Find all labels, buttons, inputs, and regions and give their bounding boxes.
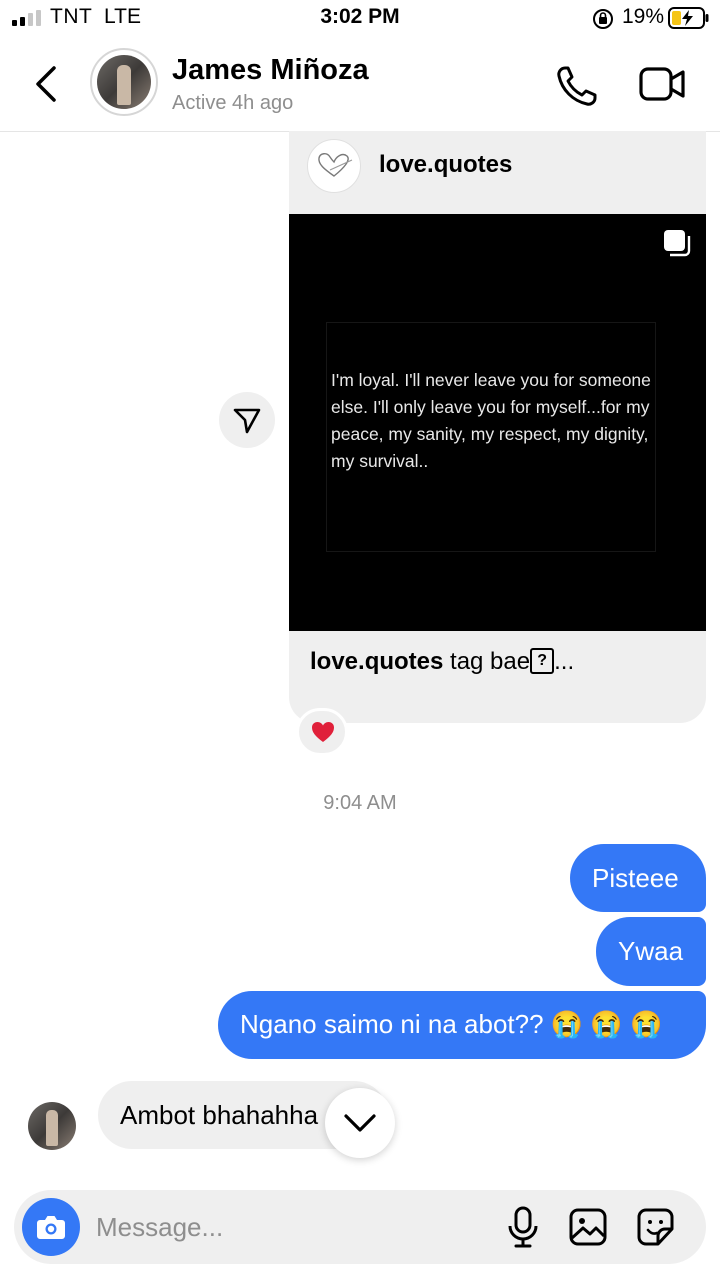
gallery-icon[interactable] xyxy=(568,1207,608,1247)
post-username[interactable]: love.quotes xyxy=(379,151,512,179)
camera-icon xyxy=(37,1216,65,1239)
message-input[interactable] xyxy=(96,1206,476,1248)
heart-reaction-badge[interactable] xyxy=(296,708,348,756)
battery-charging-icon xyxy=(668,7,709,29)
message-composer xyxy=(14,1190,706,1264)
post-image[interactable]: I'm loyal. I'll never leave you for some… xyxy=(289,214,706,631)
shared-post-card[interactable]: love.quotes I'm loyal. I'll never leave … xyxy=(289,131,706,723)
quote-text: I'm loyal. I'll never leave you for some… xyxy=(331,370,651,471)
sender-avatar[interactable] xyxy=(28,1102,76,1150)
post-header: love.quotes xyxy=(289,131,706,214)
share-post-button[interactable] xyxy=(219,392,275,448)
orientation-lock-icon xyxy=(593,9,613,29)
carousel-multiple-icon xyxy=(664,230,691,257)
scroll-to-bottom-button[interactable] xyxy=(325,1088,395,1158)
sent-message[interactable]: Ngano saimo ni na abot?? 😭 😭 😭 xyxy=(218,991,706,1059)
contact-name[interactable]: James Miñoza xyxy=(172,54,369,87)
message-timestamp: 9:04 AM xyxy=(323,792,397,814)
chat-header: James Miñoza Active 4h ago xyxy=(0,36,720,132)
post-account-avatar[interactable] xyxy=(307,139,361,193)
heart-icon xyxy=(312,722,334,742)
missing-glyph-icon: ? xyxy=(530,647,555,674)
heart-logo-icon xyxy=(318,153,353,177)
active-status: Active 4h ago xyxy=(172,92,294,114)
caption-text: tag bae xyxy=(443,648,531,675)
send-paper-plane-icon xyxy=(233,408,261,434)
post-caption: love.quotes tag bae?... xyxy=(310,647,575,676)
microphone-icon[interactable] xyxy=(506,1206,540,1248)
video-call-icon[interactable] xyxy=(638,64,686,104)
camera-button[interactable] xyxy=(22,1198,80,1256)
crying-emoji-group: 😭 😭 😭 xyxy=(550,1009,663,1039)
caption-ellipsis: ... xyxy=(554,648,575,675)
sent-message[interactable]: Ywaa xyxy=(596,917,706,986)
sent-message-text: Ngano saimo ni na abot?? xyxy=(240,1009,544,1039)
battery-percent: 19% xyxy=(622,5,665,28)
back-chevron-icon[interactable] xyxy=(30,64,60,104)
phone-call-icon[interactable] xyxy=(555,64,599,108)
status-bar: TNT LTE 3:02 PM 19% xyxy=(0,0,720,36)
caption-username[interactable]: love.quotes xyxy=(310,648,443,675)
contact-avatar[interactable] xyxy=(90,48,158,116)
sent-message[interactable]: Pisteee xyxy=(570,844,706,912)
quote-frame: I'm loyal. I'll never leave you for some… xyxy=(326,322,656,552)
chevron-down-icon xyxy=(344,1114,376,1132)
sticker-icon[interactable] xyxy=(636,1207,676,1247)
